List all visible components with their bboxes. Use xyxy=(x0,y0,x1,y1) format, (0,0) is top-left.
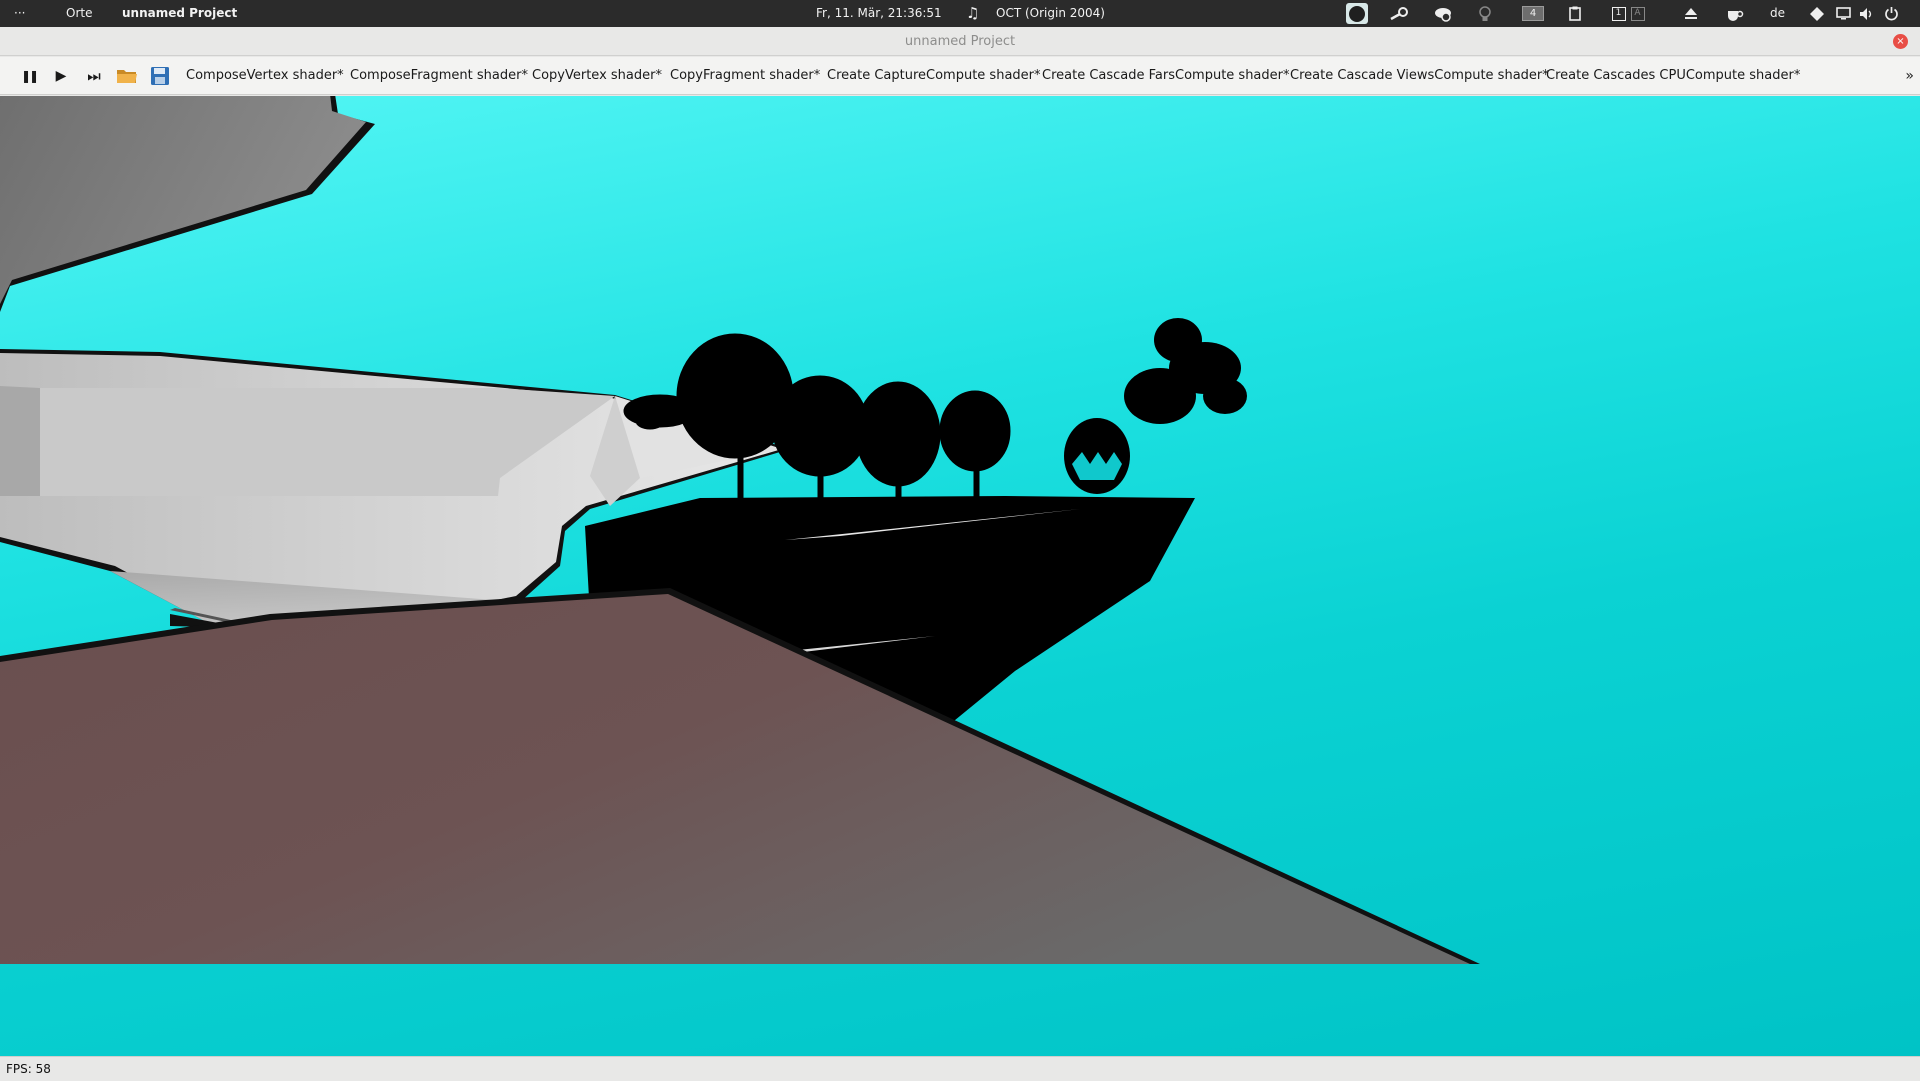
scene-render xyxy=(0,96,1480,964)
display-icon[interactable] xyxy=(1832,3,1854,24)
tab-compose-vertex-shader[interactable]: ComposeVertex shader* xyxy=(186,57,344,95)
toolbar: ❚❚ ▶ ⏭ ComposeVertex shader* ComposeFrag… xyxy=(0,57,1920,95)
play-button[interactable]: ▶ xyxy=(50,65,72,87)
layout-indicator-2: A xyxy=(1630,6,1645,21)
system-top-bar: ··· Orte unnamed Project Fr, 11. Mär, 21… xyxy=(0,0,1920,27)
now-playing[interactable]: OCT (Origin 2004) xyxy=(996,0,1105,27)
tab-create-cascade-views-compute-shader[interactable]: Create Cascade ViewsCompute shader* xyxy=(1290,57,1549,95)
floppy-disk-icon xyxy=(151,67,169,85)
app-menu[interactable]: unnamed Project xyxy=(122,0,237,27)
clock[interactable]: Fr, 11. Mär, 21:36:51 xyxy=(816,0,942,27)
lightbulb-icon[interactable] xyxy=(1474,3,1496,24)
folder-icon xyxy=(117,70,137,83)
upper-rock xyxy=(0,96,375,312)
power-icon[interactable] xyxy=(1880,3,1902,24)
volume-icon[interactable] xyxy=(1856,3,1878,24)
network-icon[interactable] xyxy=(1806,3,1828,24)
tab-create-cascade-fars-compute-shader[interactable]: Create Cascade FarsCompute shader* xyxy=(1042,57,1290,95)
window-title-bar: unnamed Project × xyxy=(0,27,1920,56)
fps-counter: FPS: 58 xyxy=(6,1062,51,1076)
pause-button[interactable]: ❚❚ xyxy=(18,65,40,87)
layout-indicator-1: 1 xyxy=(1611,6,1626,21)
status-bar: FPS: 58 xyxy=(0,1056,1920,1080)
eject-icon[interactable] xyxy=(1680,3,1702,24)
workspace-number: 4 xyxy=(1522,6,1544,21)
save-button[interactable] xyxy=(149,65,171,87)
tab-copy-vertex-shader[interactable]: CopyVertex shader* xyxy=(532,57,662,95)
open-folder-button[interactable] xyxy=(116,65,138,87)
cloud-silhouette xyxy=(1124,318,1247,424)
clipboard-icon[interactable] xyxy=(1564,3,1586,24)
coffee-cup-icon[interactable] xyxy=(1724,3,1746,24)
cloud-check-icon[interactable] xyxy=(1432,3,1454,24)
window-title: unnamed Project xyxy=(904,34,1016,49)
music-note-icon: ♫ xyxy=(966,4,980,22)
spotify-icon[interactable] xyxy=(1346,3,1368,24)
activities-button[interactable]: ··· xyxy=(14,0,25,27)
tab-create-cascades-cpu-compute-shader[interactable]: Create Cascades CPUCompute shader* xyxy=(1546,57,1800,95)
tab-copy-fragment-shader[interactable]: CopyFragment shader* xyxy=(670,57,820,95)
keyboard-language[interactable]: de xyxy=(1770,0,1785,27)
bottom-slab xyxy=(0,588,1480,964)
tab-create-capture-compute-shader[interactable]: Create CaptureCompute shader* xyxy=(827,57,1041,95)
more-tabs-chevron-icon[interactable]: » xyxy=(1905,57,1914,95)
keyboard-layout-indicators[interactable]: 1 A xyxy=(1608,3,1648,24)
workspace-indicator[interactable]: 4 xyxy=(1520,3,1546,24)
render-viewport[interactable] xyxy=(0,96,1920,1056)
close-window-button[interactable]: × xyxy=(1893,34,1908,49)
skip-forward-button[interactable]: ⏭ xyxy=(83,65,105,87)
tab-compose-fragment-shader[interactable]: ComposeFragment shader* xyxy=(350,57,528,95)
steam-icon[interactable] xyxy=(1388,3,1410,24)
places-menu[interactable]: Orte xyxy=(66,0,92,27)
pumpkin-silhouette xyxy=(1064,418,1130,494)
